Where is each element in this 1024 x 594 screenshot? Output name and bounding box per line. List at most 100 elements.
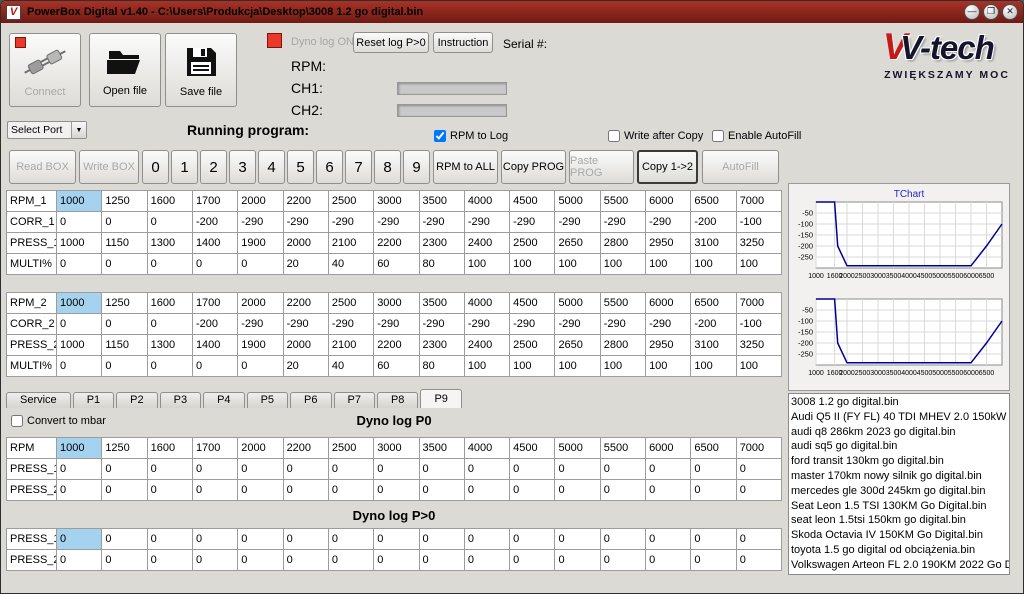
cell[interactable]: 100	[646, 254, 691, 275]
cell[interactable]: 0	[510, 459, 555, 480]
cell[interactable]: 0	[328, 529, 373, 550]
cell[interactable]: 2500	[328, 438, 373, 459]
reset-log-button[interactable]: Reset log P>0	[353, 32, 429, 53]
cell[interactable]: 0	[192, 480, 237, 501]
cell[interactable]: 100	[736, 356, 781, 377]
cell[interactable]: -290	[283, 314, 328, 335]
cell[interactable]: 0	[464, 550, 509, 571]
cell[interactable]: 0	[238, 480, 283, 501]
copy-1-to-2-button[interactable]: Copy 1->2	[637, 150, 698, 184]
cell[interactable]: 0	[102, 529, 147, 550]
cell[interactable]: 3500	[419, 438, 464, 459]
cell[interactable]: 0	[510, 480, 555, 501]
rpm-to-log-checkbox[interactable]: RPM to Log	[434, 130, 508, 142]
cell[interactable]: 1900	[238, 233, 283, 254]
cell[interactable]: 0	[238, 529, 283, 550]
digit-button[interactable]: 0	[142, 150, 169, 184]
tab[interactable]: P8	[377, 392, 418, 408]
cell[interactable]: 1300	[147, 233, 192, 254]
cell[interactable]: 1000	[57, 191, 102, 212]
cell[interactable]: -200	[192, 314, 237, 335]
digit-button[interactable]: 3	[229, 150, 256, 184]
cell[interactable]: 4000	[464, 438, 509, 459]
cell[interactable]: 0	[600, 480, 645, 501]
cell[interactable]: 0	[57, 314, 102, 335]
cell[interactable]: 1000	[57, 233, 102, 254]
cell[interactable]: 2950	[646, 233, 691, 254]
cell[interactable]: 0	[691, 550, 736, 571]
cell[interactable]: 5000	[555, 293, 600, 314]
cell[interactable]: 0	[419, 480, 464, 501]
cell[interactable]: 0	[419, 529, 464, 550]
minimize-button[interactable]: —	[964, 4, 980, 20]
cell[interactable]: 0	[102, 356, 147, 377]
cell[interactable]: 4000	[464, 191, 509, 212]
file-list-item[interactable]: master 170km nowy silnik go digital.bin	[789, 469, 1009, 484]
cell[interactable]: 0	[646, 529, 691, 550]
cell[interactable]: 1400	[192, 233, 237, 254]
cell[interactable]: 0	[555, 480, 600, 501]
file-list-item[interactable]: Volkswagen Arteon FL 2.0 190KM 2022 Go D…	[789, 558, 1009, 573]
cell[interactable]: -290	[374, 212, 419, 233]
cell[interactable]: 1000	[57, 335, 102, 356]
cell[interactable]: -100	[736, 314, 781, 335]
cell[interactable]: 0	[646, 459, 691, 480]
cell[interactable]: -290	[419, 212, 464, 233]
cell[interactable]: 0	[147, 529, 192, 550]
cell[interactable]: 100	[464, 356, 509, 377]
cell[interactable]: 100	[555, 356, 600, 377]
cell[interactable]: 3250	[736, 233, 781, 254]
file-list-item[interactable]: 3008 1.2 go digital.bin	[789, 395, 1009, 410]
cell[interactable]: 2400	[464, 233, 509, 254]
cell[interactable]: -290	[328, 212, 373, 233]
cell[interactable]: -290	[328, 314, 373, 335]
cell[interactable]: 1000	[57, 438, 102, 459]
cell[interactable]: -290	[510, 212, 555, 233]
cell[interactable]: -290	[600, 314, 645, 335]
cell[interactable]: 0	[238, 550, 283, 571]
save-file-button[interactable]: Save file	[165, 33, 237, 107]
file-list-item[interactable]: ford transit 130km go digital.bin	[789, 454, 1009, 469]
cell[interactable]: 6500	[691, 293, 736, 314]
digit-button[interactable]: 2	[200, 150, 227, 184]
cell[interactable]: 0	[736, 529, 781, 550]
cell[interactable]: 0	[147, 314, 192, 335]
cell[interactable]: 7000	[736, 293, 781, 314]
cell[interactable]: 7000	[736, 438, 781, 459]
instruction-button[interactable]: Instruction	[433, 32, 493, 53]
cell[interactable]: 0	[328, 480, 373, 501]
paste-prog-button[interactable]: Paste PROG	[569, 150, 634, 184]
cell[interactable]: 2200	[283, 191, 328, 212]
cell[interactable]: 3100	[691, 233, 736, 254]
cell[interactable]: 0	[283, 529, 328, 550]
cell[interactable]: 6500	[691, 191, 736, 212]
cell[interactable]: 6000	[646, 438, 691, 459]
tab[interactable]: P9	[420, 389, 461, 408]
cell[interactable]: 4500	[510, 191, 555, 212]
cell[interactable]: 0	[102, 459, 147, 480]
cell[interactable]: 60	[374, 254, 419, 275]
cell[interactable]: 0	[192, 254, 237, 275]
cell[interactable]: 0	[464, 480, 509, 501]
cell[interactable]: 0	[147, 459, 192, 480]
cell[interactable]: 1250	[102, 438, 147, 459]
tab[interactable]: P6	[290, 392, 331, 408]
tab[interactable]: P7	[334, 392, 375, 408]
cell[interactable]: 0	[57, 550, 102, 571]
file-list-item[interactable]: mercedes gle 300d 245km go digital.bin	[789, 484, 1009, 499]
cell[interactable]: 0	[600, 459, 645, 480]
cell[interactable]: 0	[736, 459, 781, 480]
cell[interactable]: 0	[600, 550, 645, 571]
digit-button[interactable]: 6	[316, 150, 343, 184]
cell[interactable]: 0	[238, 254, 283, 275]
cell[interactable]: 2100	[328, 233, 373, 254]
cell[interactable]: 100	[691, 356, 736, 377]
cell[interactable]: 1900	[238, 335, 283, 356]
cell[interactable]: -290	[238, 212, 283, 233]
cell[interactable]: 0	[147, 254, 192, 275]
tab[interactable]: P5	[247, 392, 288, 408]
cell[interactable]: 0	[192, 459, 237, 480]
cell[interactable]: 100	[646, 356, 691, 377]
cell[interactable]: 100	[510, 356, 555, 377]
select-port-dropdown[interactable]: Select Port ▼	[7, 121, 87, 139]
